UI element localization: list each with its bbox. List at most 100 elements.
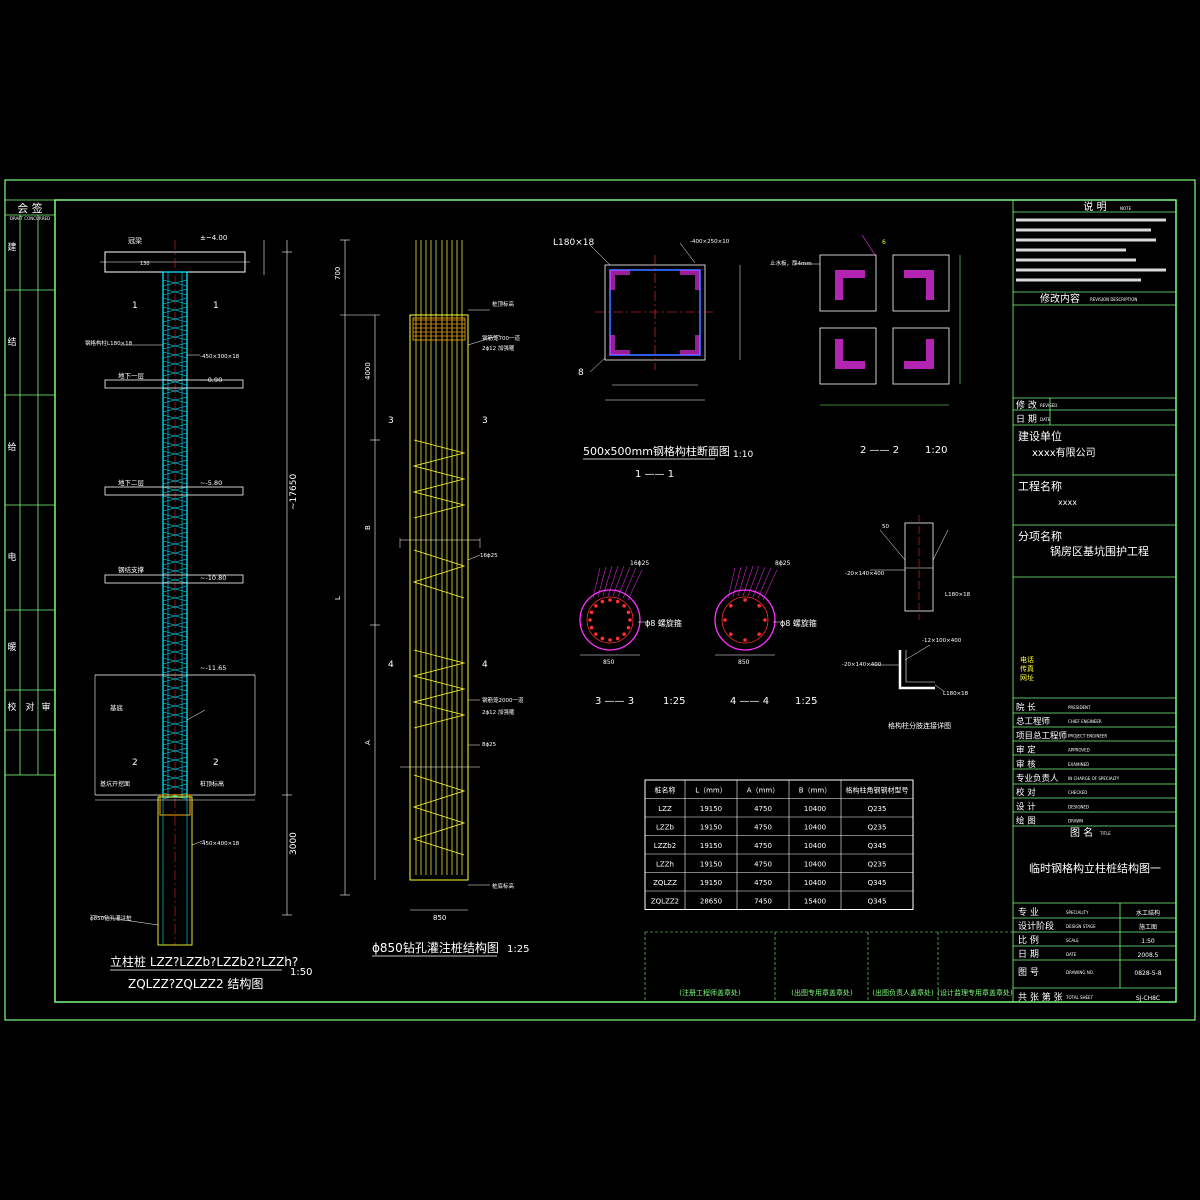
section-title: 500x500mm钢格构柱断面图 (583, 444, 730, 458)
subproject-label: 分项名称 (1018, 529, 1062, 543)
signoff-row: 电 (7, 551, 16, 563)
column-label: ~-10.80 (200, 574, 226, 582)
pile-label: 钢筋笼700一道 (482, 334, 520, 342)
column-dim: 3000 (289, 832, 299, 855)
role-label: 项目总工程师 (1016, 730, 1068, 741)
notes-en: NOTE (1120, 206, 1132, 211)
role-label-en: EXAMINED (1068, 762, 1089, 767)
section-label: -400×250×10 (690, 239, 730, 245)
role-label-en: PRESIDENT (1068, 705, 1091, 710)
section-label: ϕ8 螺旋箍 (780, 618, 817, 628)
signoff-row: 校 (7, 701, 16, 713)
rev-field: 修 改 (1016, 399, 1037, 411)
stamp-label: (出图专用章盖章处) (791, 988, 853, 997)
signoff-header: 会 签 (17, 201, 43, 215)
table-cell: 4750 (754, 824, 772, 832)
role-label: 校 对 (1016, 787, 1036, 798)
meta-label: 共 张 第 张 (1018, 991, 1063, 1003)
section-mark: 2 (132, 758, 138, 768)
meta-label-en: SCALE (1066, 938, 1079, 943)
rev-field-en: DATE (1040, 417, 1051, 422)
detail-label: -20×140×400 (845, 571, 885, 577)
meta-label-en: DRAWING NO. (1066, 970, 1094, 975)
pile-dim: A (364, 740, 372, 745)
table-cell: 19150 (700, 805, 722, 813)
signoff-row: 暖 (7, 641, 16, 653)
section-label: 850 (738, 659, 750, 666)
column-label: -450×300×18 (200, 354, 240, 360)
pile-dim: L (334, 596, 342, 600)
table-cell: 10400 (804, 824, 826, 832)
meta-label: 图 号 (1018, 967, 1039, 978)
stamp-label: (设计监理专用章盖章处) (937, 988, 1013, 997)
role-label: 审 核 (1016, 759, 1036, 770)
project-label: 工程名称 (1018, 479, 1062, 493)
table-cell: 4750 (754, 805, 772, 813)
table-cell: 4750 (754, 842, 772, 850)
section-label: ϕ8 螺旋箍 (645, 618, 682, 628)
table-cell: Q345 (868, 842, 887, 850)
client-label: 建设单位 (1018, 429, 1062, 443)
table-cell: ZQLZZ2 (651, 898, 679, 906)
column-label: 钢格构柱L180×18 (85, 339, 133, 347)
table-cell: 10400 (804, 861, 826, 869)
stamp-label: (出图负责人盖章处) (872, 988, 934, 997)
table-cell: LZZb (656, 824, 674, 832)
column-label: ~-5.80 (200, 479, 222, 487)
table-cell: LZZ (658, 805, 672, 813)
section-label: 6 (882, 239, 886, 246)
meta-value: 0828-5-8 (1134, 970, 1161, 977)
subproject-name: 锅房区基坑围护工程 (1050, 544, 1149, 558)
signoff-subheader: DRAFT CONCURRED (10, 216, 50, 221)
cad-drawing: 会 签 DRAFT CONCURRED 建 结 给 电 暖 校 对 审 冠梁 ±… (0, 0, 1200, 1200)
table-cell: 10400 (804, 879, 826, 887)
signoff-row: 给 (7, 441, 16, 453)
pile-dim: 4000 (364, 362, 372, 380)
table-cell: LZZh (656, 861, 674, 869)
section-label: 8ϕ25 (775, 560, 791, 567)
signoff-row: 结 (7, 336, 16, 348)
table-header-cell: 桩名称 (655, 786, 676, 795)
role-label: 院 长 (1016, 702, 1036, 713)
revision-en: REVISION DESCRIPTION (1090, 297, 1137, 302)
table-header-cell: B（mm） (799, 787, 831, 795)
section-mark: 1 (132, 301, 138, 311)
table-header-cell: A（mm） (747, 787, 779, 795)
table-cell: LZZb2 (654, 842, 676, 850)
table-cell: 19150 (700, 842, 722, 850)
table-cell: 28650 (700, 898, 722, 906)
section-mark: 4 (482, 660, 488, 670)
revision-title: 修改内容 (1040, 292, 1080, 305)
section-scale: 1:25 (663, 696, 685, 707)
column-label: 地下一层 (118, 371, 145, 380)
drawing-title-en: TITLE (1099, 831, 1111, 836)
meta-label-en: DATE (1066, 952, 1077, 957)
detail-label: 50 (882, 524, 889, 530)
pile-dim: 700 (334, 267, 342, 280)
rev-field-en: REVISED (1040, 403, 1057, 408)
section-mark: 4 (388, 660, 394, 670)
role-label: 审 定 (1016, 745, 1036, 756)
role-label-en: DESIGNED (1068, 804, 1089, 809)
column-label: ~-0.90 (200, 376, 222, 384)
meta-value: 1:50 (1141, 938, 1155, 945)
detail-label: L180×18 (945, 592, 971, 598)
drawing-title-label: 图 名 (1070, 826, 1093, 839)
project-name: xxxx (1058, 498, 1077, 507)
role-label: 总工程师 (1016, 716, 1051, 727)
detail-label: L180×18 (943, 691, 969, 697)
pile-label: 2ϕ12 加强箍 (482, 344, 515, 352)
pile-dim: B (364, 525, 372, 530)
table-cell: 7450 (754, 898, 772, 906)
role-label-en: CHIEF ENGINEER (1068, 719, 1102, 724)
pile-scale: 1:25 (507, 944, 529, 955)
meta-label-en: DESIGN STAGE (1066, 924, 1096, 929)
meta-value: 2008.5 (1138, 952, 1159, 959)
signoff-row: 建 (7, 241, 16, 253)
notes-title: 说 明 (1083, 200, 1106, 213)
stamp-label: (注册工程师盖章处) (679, 988, 741, 997)
table-cell: 19150 (700, 824, 722, 832)
table-cell: Q235 (868, 824, 887, 832)
column-title-2: ZQLZZ?ZQLZZ2 结构图 (128, 976, 263, 991)
meta-label: 专 业 (1018, 906, 1039, 918)
